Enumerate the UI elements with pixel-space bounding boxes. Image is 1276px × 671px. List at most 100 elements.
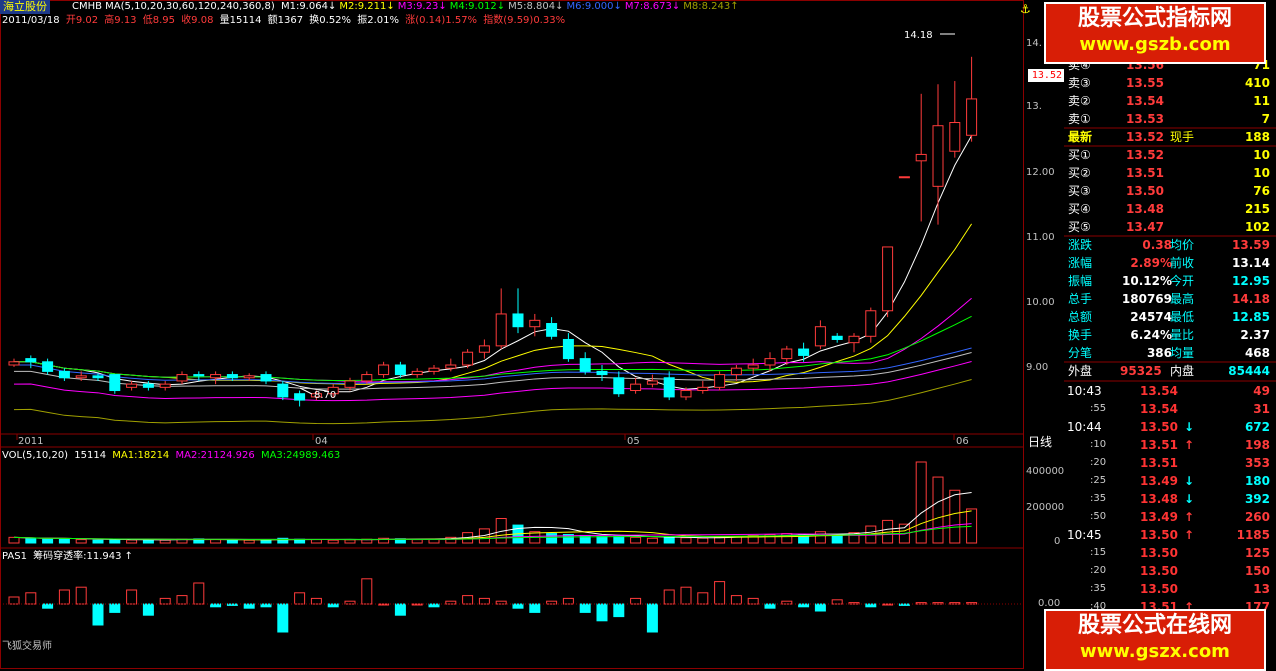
volume-bar [680, 537, 692, 544]
bid-label: 买② [1068, 166, 1091, 180]
pas-bar [75, 586, 87, 605]
volume-ma-line [13, 491, 972, 541]
tick-row[interactable]: :35 13.48 ↓ 392 [1064, 490, 1276, 508]
volume-bar [327, 539, 339, 544]
candle-body [176, 374, 188, 382]
stat-value-2: 12.85 [1232, 310, 1270, 324]
chart-area[interactable]: 14.18 8.70 2011 04 05 06 海立股份 CMHB MA(5,… [0, 0, 1024, 669]
pas-bar [646, 603, 658, 633]
latest-price: 13.52 [1126, 130, 1164, 144]
latest-row[interactable]: 最新 13.52 188 现手 [1064, 128, 1276, 146]
tick-volume: 31 [1253, 402, 1270, 416]
tick-row[interactable]: 10:44 13.50 ↓ 672 [1064, 418, 1276, 436]
candle-body [126, 383, 138, 388]
tick-row[interactable]: :50 13.49 ↑ 260 [1064, 508, 1276, 526]
ask-volume: 7 [1261, 112, 1270, 126]
candle-body [109, 374, 121, 392]
pas-bar [428, 603, 440, 608]
volume-bar [8, 536, 20, 544]
ask-row[interactable]: 卖② 13.54 11 [1064, 92, 1276, 110]
candle-body [294, 393, 306, 401]
bar-close: 收9.08 [181, 15, 214, 26]
volume-bar [663, 536, 675, 544]
tick-volume: 13 [1253, 582, 1270, 596]
candlesticks [8, 56, 978, 407]
date-label-2011: 2011 [18, 436, 43, 447]
candle-body [831, 335, 843, 340]
price-tick-9: 9.00 [1026, 362, 1049, 373]
candle-body [445, 364, 457, 369]
tick-row[interactable]: 10:45 13.50 ↑ 1185 [1064, 526, 1276, 544]
tick-row[interactable]: 10:43 13.54 49 [1064, 382, 1276, 400]
vol-ma2: MA2:21124.926 [175, 450, 255, 461]
candle-body [243, 375, 255, 379]
bid-row[interactable]: 买④ 13.48 215 [1064, 200, 1276, 218]
stat-row: 换手 6.24% 量比 2.37 [1064, 326, 1276, 344]
candle-body [865, 310, 877, 337]
inner-label: 内盘 [1170, 364, 1195, 378]
stat-value: 0.38 [1142, 238, 1172, 252]
bid-label: 买① [1068, 148, 1091, 162]
candle-body [613, 377, 625, 395]
volume-bar [25, 537, 37, 544]
stock-name[interactable]: 海立股份 [0, 0, 50, 14]
bar-open: 开9.02 [65, 15, 99, 26]
pas-bar [294, 592, 306, 605]
current-hand-label: 现手 [1170, 130, 1195, 144]
candle-body [394, 364, 406, 376]
ask-volume: 11 [1253, 94, 1270, 108]
bid-volume: 10 [1253, 148, 1270, 162]
date-label-05: 05 [627, 436, 640, 447]
candle-body [562, 338, 574, 360]
ask-row[interactable]: 卖③ 13.55 410 [1064, 74, 1276, 92]
candle-body [8, 361, 20, 366]
pas-bar [630, 597, 642, 605]
stat-value: 6.24% [1130, 328, 1172, 342]
tick-arrow-icon: ↑ [1184, 438, 1195, 452]
vol-ma3: MA3:24989.463 [260, 450, 341, 461]
volume-bar [949, 489, 961, 544]
bid-row[interactable]: 买⑤ 13.47 102 [1064, 218, 1276, 236]
stat-value: 386 [1146, 346, 1172, 360]
volume-bar [714, 536, 726, 544]
bid-row[interactable]: 买③ 13.50 76 [1064, 182, 1276, 200]
tick-row[interactable]: :25 13.49 ↓ 180 [1064, 472, 1276, 490]
volume-bar [42, 538, 54, 544]
price-axis[interactable]: 14. 13.52 13. 12.00 11.00 10.00 9.00 日线 … [1024, 0, 1064, 669]
watermark-top-title: 股票公式指标网 [1077, 6, 1232, 31]
candle-body [697, 386, 709, 392]
tick-row[interactable]: :35 13.50 13 [1064, 580, 1276, 598]
chart-canvas[interactable]: 14.18 8.70 2011 04 05 06 [0, 0, 1024, 669]
pas-bar [243, 603, 255, 609]
ask-label: 卖③ [1068, 76, 1091, 90]
bid-row[interactable]: 买② 13.51 10 [1064, 164, 1276, 182]
tick-row[interactable]: :20 13.50 150 [1064, 562, 1276, 580]
period-button[interactable]: 日线 [1028, 436, 1052, 448]
tick-time: :20 [1090, 565, 1107, 576]
pas-bar [58, 589, 70, 605]
tick-volume: 180 [1244, 474, 1270, 488]
pas-bar [310, 597, 322, 605]
tick-time: :55 [1090, 403, 1107, 414]
tick-row[interactable]: :20 13.51 353 [1064, 454, 1276, 472]
candle-body [848, 335, 860, 344]
bar-date: 2011/03/18 [2, 15, 60, 26]
candle-body [42, 361, 54, 372]
bid-price: 13.47 [1126, 220, 1164, 234]
tick-volume: 353 [1244, 456, 1270, 470]
tick-volume: 49 [1253, 384, 1270, 398]
tick-time: :50 [1090, 511, 1107, 522]
pas-arrow: ↑ [124, 551, 133, 562]
ma-value-1: M1:9.064↓ [280, 1, 337, 12]
tick-row[interactable]: :10 13.51 ↑ 198 [1064, 436, 1276, 454]
candle-body [210, 374, 222, 379]
outer-value: 95325 [1120, 364, 1162, 378]
pas-bar [932, 602, 944, 605]
tick-price: 13.50 [1140, 564, 1178, 578]
ask-row[interactable]: 卖① 13.53 7 [1064, 110, 1276, 128]
candle-body [546, 323, 558, 337]
volume-bar [58, 538, 70, 544]
bid-row[interactable]: 买① 13.52 10 [1064, 146, 1276, 164]
tick-row[interactable]: :55 13.54 31 [1064, 400, 1276, 418]
tick-row[interactable]: :15 13.50 125 [1064, 544, 1276, 562]
